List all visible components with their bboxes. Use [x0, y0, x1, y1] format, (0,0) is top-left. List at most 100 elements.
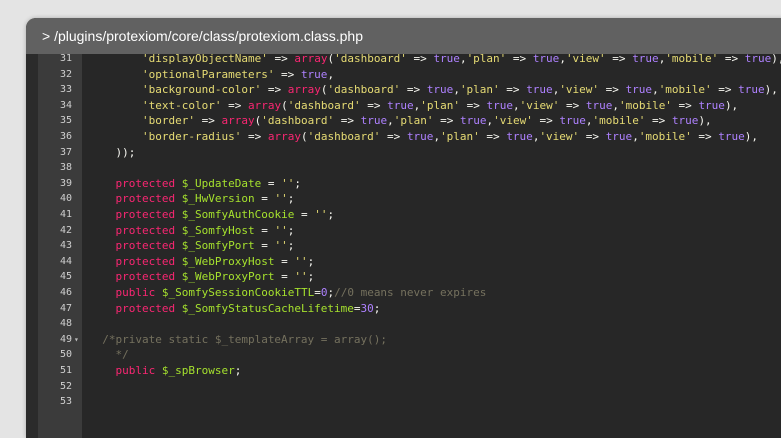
code-text: protected $_UpdateDate = '';	[89, 176, 301, 192]
code-token: =>	[459, 98, 487, 112]
code-token: ,	[632, 130, 639, 143]
code-token: 'text-color'	[141, 98, 222, 112]
line-number: 39	[59, 177, 72, 189]
code-token: ,	[612, 98, 619, 112]
code-token: =>	[532, 114, 560, 128]
code-token: =>	[241, 130, 268, 143]
code-token: 30	[360, 301, 374, 315]
code-token: =	[294, 208, 315, 221]
code-token: 'plan'	[440, 130, 480, 143]
line-number: 42	[59, 224, 72, 236]
code-text: protected $_WebProxyHost = '';	[89, 254, 315, 270]
code-text: ));	[89, 145, 135, 161]
code-text: public $_spBrowser;	[89, 363, 242, 379]
code-token: 'dashboard'	[334, 54, 407, 65]
code-token: ''	[314, 208, 328, 221]
code-token: true	[406, 130, 434, 143]
code-token: true	[387, 98, 414, 112]
code-token: true	[532, 54, 560, 65]
line-number: 43	[59, 240, 72, 252]
code-token: =>	[400, 83, 427, 97]
code-token: ;	[287, 192, 295, 206]
code-token: true	[360, 114, 388, 128]
code-token: ;	[287, 223, 295, 237]
code-text: /*private static $_templateArray = array…	[89, 332, 387, 348]
code-token: 'border-radius'	[141, 130, 242, 143]
code-token: 'view'	[559, 83, 600, 97]
code-token: true	[526, 83, 553, 97]
code-line: 32 'optionalParameters' => true,	[26, 67, 781, 83]
code-token: 'plan'	[420, 98, 460, 112]
code-text: protected $_SomfyPort = '';	[89, 238, 295, 254]
code-token: true	[459, 114, 487, 128]
code-token: =>	[506, 54, 533, 65]
code-token: $_SomfyPort	[181, 239, 255, 253]
code-text: protected $_SomfyHost = '';	[89, 223, 295, 239]
code-token: =>	[267, 54, 295, 65]
line-number: 36	[59, 131, 72, 142]
code-token: ;	[327, 208, 335, 221]
code-token: protected	[115, 223, 176, 237]
code-token: true	[625, 83, 653, 97]
code-editor[interactable]: 31 'displayObjectName' => array('dashboa…	[26, 54, 781, 438]
code-token: =>	[433, 114, 460, 128]
code-token: true	[738, 83, 765, 97]
code-text: 'optionalParameters' => true,	[89, 67, 334, 83]
code-token: ),	[744, 130, 759, 143]
code-token: ),	[698, 114, 712, 128]
code-token: =>	[645, 114, 672, 128]
code-token: ,	[512, 98, 520, 112]
code-token: =>	[499, 83, 527, 97]
line-number: 47	[59, 302, 72, 314]
code-line: 39 protected $_UpdateDate = '';	[26, 176, 781, 192]
code-token: 'plan'	[459, 83, 500, 97]
code-token: //0 means never expires	[334, 286, 487, 299]
code-text: protected $_SomfyAuthCookie = '';	[89, 207, 335, 223]
code-token: true	[585, 98, 613, 112]
code-token: true	[426, 83, 454, 97]
code-token: 'mobile'	[592, 114, 646, 128]
code-text: protected $_SomfyStatusCacheLifetime=30;	[89, 301, 381, 317]
code-token: 'border'	[141, 114, 195, 128]
code-line: 42 protected $_SomfyHost = '';	[26, 223, 781, 239]
fold-toggle-icon[interactable]: ▾	[74, 332, 82, 348]
code-token: =	[254, 192, 275, 206]
code-token: ''	[274, 223, 288, 237]
code-token: 'dashboard'	[307, 130, 381, 143]
code-text: public $_SomfySessionCookieTTL=0;//0 mea…	[89, 285, 487, 301]
file-path-title: > /plugins/protexiom/core/class/protexio…	[26, 18, 781, 54]
code-token: (	[281, 98, 288, 112]
code-token: public	[115, 286, 156, 299]
code-token: 'mobile'	[658, 83, 712, 97]
line-number: 35	[59, 115, 72, 127]
code-token: 'dashboard'	[327, 83, 401, 97]
code-token: */	[89, 348, 129, 362]
code-token: 'plan'	[466, 54, 507, 65]
line-number: 51	[59, 365, 72, 376]
code-line: 33 'background-color' => array('dashboar…	[26, 82, 781, 98]
code-token: =	[254, 239, 275, 253]
code-token: ,	[559, 54, 566, 65]
code-token: true	[718, 130, 745, 143]
code-line: 48	[26, 316, 781, 332]
code-line: 37 ));	[26, 145, 781, 161]
line-number: 48	[59, 318, 72, 330]
code-line: 52	[26, 379, 781, 395]
code-line: 46 public $_SomfySessionCookieTTL=0;//0 …	[26, 285, 781, 301]
code-token: true	[300, 67, 328, 81]
code-token: true	[559, 114, 586, 128]
code-line: 45 protected $_WebProxyPort = '';	[26, 269, 781, 285]
